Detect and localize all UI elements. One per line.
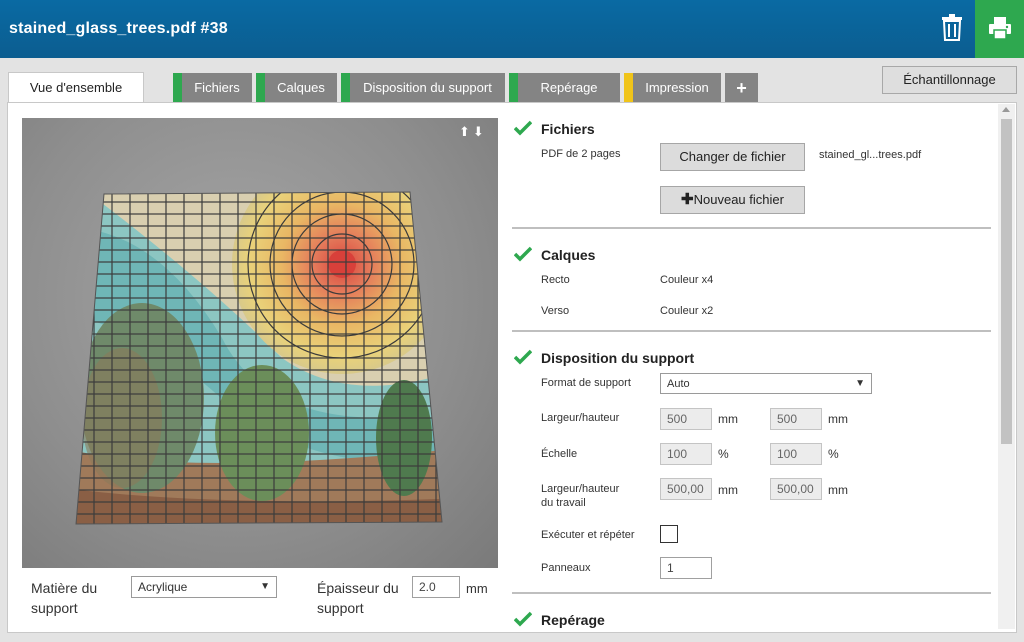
check-icon <box>514 611 532 627</box>
media-layout-section-title: Disposition du support <box>541 350 695 366</box>
flip-arrows[interactable]: ⬆ ⬇ <box>459 124 487 140</box>
panels-label: Panneaux <box>541 562 591 574</box>
work-width-unit: mm <box>718 483 738 497</box>
thickness-label: Épaisseur du support <box>317 580 399 616</box>
plus-icon: ✚ <box>681 191 694 208</box>
format-select[interactable]: Auto ▼ <box>660 373 872 394</box>
scale-x-input[interactable]: 100 <box>660 443 712 465</box>
tab-files[interactable]: Fichiers <box>173 73 252 103</box>
tab-overview[interactable]: Vue d'ensemble <box>8 72 144 103</box>
front-label: Recto <box>541 274 570 286</box>
width-input[interactable]: 500 <box>660 408 712 430</box>
check-icon <box>514 349 532 365</box>
scale-y-input[interactable]: 100 <box>770 443 822 465</box>
thickness-unit: mm <box>466 581 488 596</box>
material-select[interactable]: Acrylique ▼ <box>131 576 277 598</box>
width-unit: mm <box>718 412 738 426</box>
plus-icon: + <box>736 78 747 98</box>
tab-print[interactable]: Impression <box>624 73 721 103</box>
check-icon <box>514 246 532 262</box>
arrow-up-icon[interactable]: ⬆ <box>459 124 470 139</box>
work-width-input[interactable]: 500,00 <box>660 478 712 500</box>
app-header: stained_glass_trees.pdf #38 <box>0 0 1024 58</box>
work-height-input[interactable]: 500,00 <box>770 478 822 500</box>
document-title: stained_glass_trees.pdf #38 <box>9 20 228 37</box>
work-height-unit: mm <box>828 483 848 497</box>
new-file-button[interactable]: ✚Nouveau fichier <box>660 186 805 214</box>
height-unit: mm <box>828 412 848 426</box>
trash-icon[interactable] <box>941 13 963 41</box>
scale-x-unit: % <box>718 447 729 461</box>
registration-section-title: Repérage <box>541 612 605 628</box>
tab-registration[interactable]: Repérage <box>509 73 620 103</box>
scale-y-unit: % <box>828 447 839 461</box>
scale-label: Échelle <box>541 448 578 460</box>
change-file-button[interactable]: Changer de fichier <box>660 143 805 171</box>
printer-icon <box>989 17 1011 40</box>
format-label: Format de support <box>541 377 631 389</box>
scrollbar-thumb[interactable] <box>1001 119 1012 444</box>
layers-section-title: Calques <box>541 247 596 263</box>
tab-status-marker <box>173 73 182 103</box>
check-icon <box>514 120 532 136</box>
tab-status-marker <box>341 73 350 103</box>
print-preview[interactable] <box>22 118 498 568</box>
tab-media-layout[interactable]: Disposition du support <box>341 73 505 103</box>
chevron-down-icon: ▼ <box>855 378 865 389</box>
stained-glass-artwork <box>75 191 443 525</box>
sampling-button[interactable]: Échantillonnage <box>882 66 1017 94</box>
section-divider <box>512 227 991 229</box>
work-size-label: Largeur/hauteur du travail <box>541 483 620 509</box>
files-section-title: Fichiers <box>541 121 595 137</box>
panels-input[interactable]: 1 <box>660 557 712 579</box>
scroll-up-icon[interactable] <box>1002 107 1010 112</box>
tab-status-marker <box>509 73 518 103</box>
chevron-down-icon: ▼ <box>260 581 270 592</box>
add-tab-button[interactable]: + <box>725 73 758 103</box>
back-value: Couleur x2 <box>660 305 714 317</box>
material-label: Matière du support <box>31 580 98 616</box>
section-divider <box>512 592 991 594</box>
height-input[interactable]: 500 <box>770 408 822 430</box>
section-divider <box>512 330 991 332</box>
tab-layers[interactable]: Calques <box>256 73 337 103</box>
file-name: stained_gl...trees.pdf <box>819 149 922 161</box>
back-label: Verso <box>541 305 570 317</box>
step-repeat-checkbox[interactable] <box>660 525 678 543</box>
thickness-input[interactable]: 2.0 <box>412 576 460 598</box>
front-value: Couleur x4 <box>660 274 714 286</box>
step-repeat-label: Exécuter et répéter <box>541 529 635 541</box>
arrow-down-icon[interactable]: ⬇ <box>473 124 484 139</box>
tab-status-marker <box>624 73 633 103</box>
print-button[interactable] <box>975 0 1024 58</box>
size-label: Largeur/hauteur <box>541 412 620 424</box>
files-info: PDF de 2 pages <box>541 148 621 160</box>
tab-status-marker <box>256 73 265 103</box>
